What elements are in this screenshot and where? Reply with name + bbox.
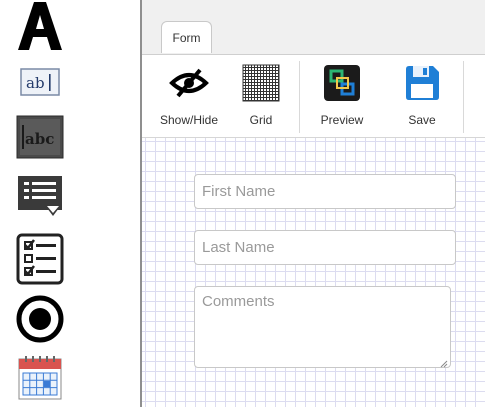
palette-item-dropdown[interactable] <box>12 170 68 222</box>
palette-item-checklist[interactable] <box>12 233 68 285</box>
svg-text:abc: abc <box>25 130 54 148</box>
grid-button[interactable]: Grid <box>236 61 286 131</box>
palette-item-text-label[interactable] <box>12 0 68 52</box>
palette-item-radio[interactable] <box>12 293 68 345</box>
palette-item-calendar[interactable] <box>12 352 68 404</box>
preview-label: Preview <box>320 113 364 127</box>
textbox-icon: ab <box>20 68 60 96</box>
textarea-icon: abc <box>16 115 64 159</box>
grid-icon <box>242 64 280 102</box>
palette-item-textbox[interactable]: ab <box>12 56 68 108</box>
palette-item-textarea[interactable]: abc <box>12 111 68 163</box>
form-designer-panel: Form Show/Hide Grid Preview Save First N… <box>142 0 485 407</box>
floppy-disk-icon <box>406 66 439 100</box>
last-name-field[interactable] <box>194 230 456 265</box>
show-hide-label: Show/Hide <box>159 113 219 127</box>
comments-field[interactable] <box>194 286 451 368</box>
tab-bar: Form <box>142 0 485 55</box>
save-label: Save <box>408 113 436 127</box>
text-label-icon <box>18 2 62 50</box>
control-palette: ab abc <box>0 0 140 407</box>
svg-text:ab: ab <box>26 74 45 92</box>
show-hide-button[interactable]: Show/Hide <box>156 61 222 131</box>
toolbar-separator <box>299 61 300 133</box>
toolbar: Show/Hide Grid Preview Save <box>142 55 485 138</box>
preview-icon <box>324 65 360 101</box>
dropdown-list-icon <box>18 176 62 216</box>
eye-slash-icon <box>169 68 209 98</box>
calendar-icon <box>18 356 62 400</box>
grid-label: Grid <box>249 113 273 127</box>
save-button[interactable]: Save <box>394 61 450 131</box>
checklist-icon <box>16 233 64 285</box>
radio-button-icon <box>16 295 64 343</box>
first-name-field[interactable] <box>194 174 456 209</box>
preview-button[interactable]: Preview <box>314 61 370 131</box>
toolbar-separator <box>463 61 464 133</box>
form-canvas[interactable] <box>142 138 485 407</box>
tab-form[interactable]: Form <box>161 21 212 53</box>
resize-grip-icon[interactable] <box>440 360 448 368</box>
